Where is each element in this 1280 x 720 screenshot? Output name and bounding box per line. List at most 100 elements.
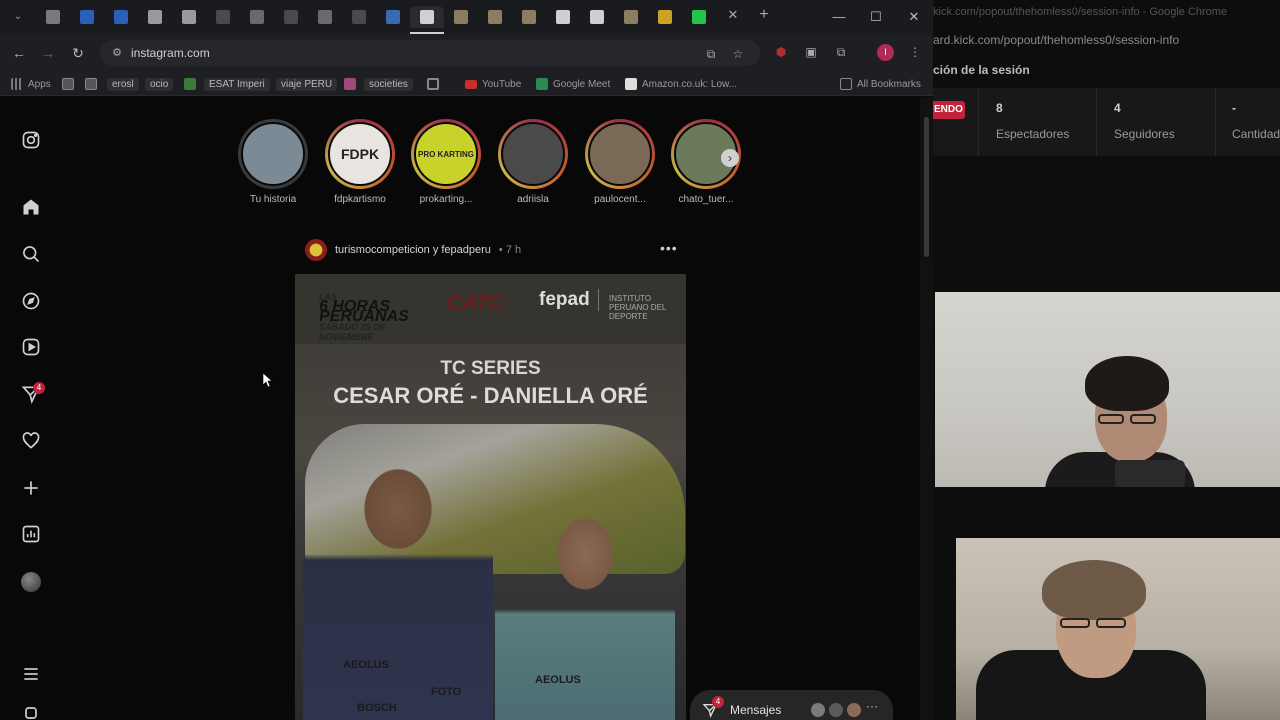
- browser-tab[interactable]: [682, 6, 716, 28]
- url-text[interactable]: ard.kick.com/popout/thehomless0/session-…: [933, 33, 1179, 47]
- page-icon: [184, 78, 196, 90]
- install-app-icon[interactable]: ⧉: [703, 46, 719, 62]
- browser-tab[interactable]: [648, 6, 682, 28]
- live-status-badge: ENDO: [933, 101, 965, 119]
- post-author[interactable]: turismocompeticion y fepadperu: [335, 244, 491, 256]
- bookmark-green[interactable]: [184, 76, 196, 92]
- browser-tab[interactable]: [376, 6, 410, 28]
- bookmark-label: ocio: [145, 77, 174, 91]
- browser-tab[interactable]: [104, 6, 138, 28]
- explore-compass-icon[interactable]: [20, 290, 42, 312]
- bookmark-apps[interactable]: Apps: [11, 76, 51, 92]
- bookmark-label: ESAT Imperi: [204, 77, 270, 91]
- back-icon[interactable]: ←: [9, 43, 29, 63]
- bookmark-youtube[interactable]: YouTube: [465, 76, 521, 92]
- browser-tab[interactable]: [138, 6, 172, 28]
- story-item[interactable]: FDPK fdpkartismo: [324, 119, 396, 205]
- reload-icon[interactable]: ↻: [68, 43, 88, 63]
- post-options-icon[interactable]: •••: [660, 240, 678, 256]
- create-plus-icon[interactable]: [20, 477, 42, 499]
- profile-avatar[interactable]: I: [877, 44, 894, 61]
- reels-icon[interactable]: [20, 336, 42, 358]
- stat-label: Seguidores: [1114, 127, 1175, 141]
- site-info-icon[interactable]: ⚙: [110, 46, 124, 60]
- bookmark-ocio[interactable]: ocio: [145, 76, 174, 92]
- profile-avatar[interactable]: [21, 572, 41, 592]
- bookmark-star-icon[interactable]: ☆: [730, 46, 746, 62]
- extension-icon[interactable]: ⬢: [773, 44, 789, 60]
- browser-tab[interactable]: [478, 6, 512, 28]
- browser-tab[interactable]: [36, 6, 70, 28]
- forward-icon[interactable]: →: [38, 43, 58, 63]
- messages-floating-bar[interactable]: 4 Mensajes ···: [690, 690, 893, 720]
- more-menu-icon[interactable]: [20, 663, 42, 685]
- bookmark-folder[interactable]: [85, 76, 97, 92]
- browser-tab[interactable]: [546, 6, 580, 28]
- browser-tab[interactable]: [70, 6, 104, 28]
- browser-tab[interactable]: [580, 6, 614, 28]
- browser-tab[interactable]: [410, 6, 444, 34]
- story-item[interactable]: paulocent...: [584, 119, 656, 205]
- bookmark-societies[interactable]: societies: [364, 76, 413, 92]
- browser-tab[interactable]: [240, 6, 274, 28]
- tab-search-icon[interactable]: ⌄: [8, 8, 28, 26]
- bell-icon: [46, 10, 60, 24]
- browser-tab[interactable]: [308, 6, 342, 28]
- notifications-heart-icon[interactable]: [20, 430, 42, 452]
- story-item[interactable]: Tu historia: [237, 119, 309, 205]
- story-avatar: PRO KARTING: [414, 122, 478, 186]
- search-icon[interactable]: [20, 243, 42, 265]
- story-avatar: [588, 122, 652, 186]
- minimize-icon[interactable]: —: [830, 8, 848, 26]
- browser-tab[interactable]: [342, 6, 376, 28]
- bookmark-viaje[interactable]: viaje PERU: [276, 76, 338, 92]
- home-icon[interactable]: [20, 196, 42, 218]
- bookmark-amazon[interactable]: Amazon.co.uk: Low...: [625, 76, 737, 92]
- bookmark-meet[interactable]: Google Meet: [536, 76, 610, 92]
- bookmark-pink[interactable]: [344, 76, 356, 92]
- dashboard-chart-icon[interactable]: [20, 523, 42, 545]
- also-from-meta-icon[interactable]: [20, 707, 42, 719]
- chrome-menu-icon[interactable]: ⋮: [907, 44, 923, 60]
- bookmark-label: Apps: [28, 78, 51, 90]
- stories-next-chevron-icon[interactable]: ›: [721, 149, 739, 167]
- driver-photo: [303, 434, 493, 720]
- page-icon: [420, 10, 434, 24]
- chatgpt-icon: [148, 10, 162, 24]
- more-icon[interactable]: ···: [866, 699, 878, 713]
- maximize-icon[interactable]: ☐: [867, 8, 885, 26]
- divider: [978, 88, 979, 156]
- browser-tab[interactable]: [512, 6, 546, 28]
- browser-tab[interactable]: [206, 6, 240, 28]
- url-text[interactable]: instagram.com: [131, 46, 210, 60]
- blank-icon: [284, 10, 298, 24]
- post-author-avatar[interactable]: [305, 239, 327, 261]
- story-ring: [238, 119, 308, 189]
- browser-tab[interactable]: [444, 6, 478, 28]
- scrollbar-thumb[interactable]: [924, 117, 929, 257]
- stat-value: -: [1232, 101, 1236, 115]
- post-image[interactable]: LAS 6 HORAS PERUANAS SÁBADO 29 DE NOVIEM…: [295, 274, 686, 720]
- browser-tab[interactable]: [274, 6, 308, 28]
- extension-icon[interactable]: ▣: [803, 44, 819, 60]
- close-window-icon[interactable]: ✕: [905, 8, 923, 26]
- bookmark-grid[interactable]: [427, 76, 439, 92]
- bookmark-esat[interactable]: ESAT Imperi: [204, 76, 270, 92]
- bookmark-erosl[interactable]: erosl: [107, 76, 139, 92]
- browser-tab[interactable]: [614, 6, 648, 28]
- stat-followers: 4 Seguidores: [1114, 101, 1175, 141]
- story-item[interactable]: PRO KARTING prokarting...: [410, 119, 482, 205]
- bookmarks-bar: Apps erosl ocio ESAT Imperi viaje PERU s…: [0, 72, 933, 96]
- new-tab-icon[interactable]: +: [756, 7, 772, 23]
- story-item[interactable]: adriisla: [497, 119, 569, 205]
- bookmark-folder[interactable]: [62, 76, 74, 92]
- address-bar[interactable]: ⚙ instagram.com ⧉ ☆: [100, 40, 760, 66]
- page-icon: [344, 78, 356, 90]
- extensions-puzzle-icon[interactable]: ⧉: [833, 44, 849, 60]
- page-scrollbar[interactable]: [920, 97, 933, 720]
- instagram-logo-icon[interactable]: [20, 129, 42, 151]
- amazon-icon: [625, 78, 637, 90]
- browser-tab[interactable]: [172, 6, 206, 28]
- close-tab-icon[interactable]: ✕: [726, 8, 740, 22]
- all-bookmarks[interactable]: All Bookmarks: [840, 76, 921, 92]
